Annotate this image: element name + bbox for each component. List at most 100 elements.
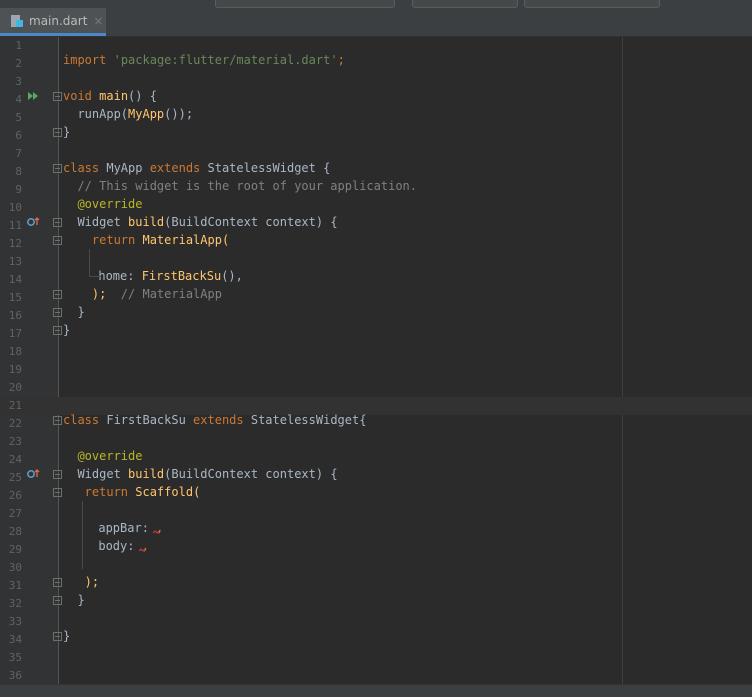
line-number: 19 [8, 363, 22, 376]
tab-main-dart[interactable]: main.dart × [0, 8, 106, 36]
line-number: 22 [8, 417, 22, 430]
code-line-28: appBar: , [55, 521, 164, 535]
code-line-29: body: , [55, 539, 149, 553]
line-number: 20 [8, 381, 22, 394]
line-number: 2 [15, 57, 22, 70]
line-number: 10 [8, 201, 22, 214]
line-number: 26 [8, 489, 22, 502]
code-line-22: class FirstBackSu extends StatelessWidge… [63, 413, 367, 427]
code-line-10: @override [63, 197, 143, 211]
line-number: 21 [8, 399, 22, 412]
code-line-31: ); [63, 575, 100, 589]
run-icon[interactable] [26, 89, 40, 103]
editor-line[interactable]: 35 [0, 649, 752, 667]
code-line-16: } [63, 305, 85, 319]
fold-collapse-icon[interactable] [53, 218, 62, 227]
line-number: 31 [8, 579, 22, 592]
line-number: 28 [8, 525, 22, 538]
line-number: 16 [8, 309, 22, 322]
line-number: 32 [8, 597, 22, 610]
line-number: 29 [8, 543, 22, 556]
code-line-4: void main() { [63, 89, 157, 103]
line-number: 33 [8, 615, 22, 628]
line-number: 8 [15, 165, 22, 178]
error-squiggle [153, 530, 159, 534]
code-line-6: } [63, 125, 71, 139]
line-number: 14 [8, 273, 22, 286]
editor-line[interactable]: 18 [0, 343, 752, 361]
code-line-14: home: FirstBackSu(), [55, 269, 243, 283]
editor-line[interactable]: 17 [0, 325, 752, 343]
code-line-17: } [63, 323, 71, 337]
code-editor[interactable]: 1 2 3 4 5 6 7 8 9 10 11 12 13 14 15 16 17 18 19 20 21 22 23 24 2… [0, 37, 752, 684]
editor-line[interactable]: 33 [0, 613, 752, 631]
fold-collapse-icon[interactable] [53, 416, 62, 425]
line-number: 15 [8, 291, 22, 304]
device-selector[interactable] [412, 0, 518, 8]
fold-collapse-icon[interactable] [53, 236, 62, 245]
target-selector[interactable] [524, 0, 660, 8]
line-number: 25 [8, 471, 22, 484]
toolbar-strip [0, 0, 752, 8]
fold-collapse-icon[interactable] [53, 470, 62, 479]
close-tab-icon[interactable]: × [93, 14, 103, 28]
editor-tab-bar: main.dart × [0, 8, 752, 37]
editor-line[interactable]: 20 [0, 379, 752, 397]
override-icon[interactable] [26, 215, 40, 229]
fold-end-icon[interactable] [53, 596, 62, 605]
tab-label: main.dart [29, 13, 88, 28]
editor-line[interactable]: 36 [0, 667, 752, 685]
code-line-5: runApp(MyApp()); [63, 107, 194, 121]
fold-end-icon[interactable] [53, 632, 62, 641]
editor-line[interactable]: 19 [0, 361, 752, 379]
run-config-selector[interactable] [215, 0, 395, 8]
fold-end-icon[interactable] [53, 128, 62, 137]
fold-collapse-icon[interactable] [53, 92, 62, 101]
indent-guide [82, 501, 83, 569]
code-line-12: return MaterialApp( [63, 233, 230, 247]
fold-collapse-icon[interactable] [53, 164, 62, 173]
line-number: 4 [15, 93, 22, 106]
line-number: 27 [8, 507, 22, 520]
error-squiggle [139, 548, 145, 552]
fold-collapse-icon[interactable] [53, 488, 62, 497]
fold-end-icon[interactable] [53, 326, 62, 335]
indent-guide [89, 249, 90, 276]
line-number: 12 [8, 237, 22, 250]
code-line-24: @override [63, 449, 143, 463]
line-number: 5 [15, 111, 22, 124]
line-number: 6 [15, 129, 22, 142]
editor-line[interactable]: 31 [0, 577, 752, 595]
indent-guide [89, 276, 101, 277]
line-number: 7 [15, 147, 22, 160]
line-number: 30 [8, 561, 22, 574]
line-number: 34 [8, 633, 22, 646]
line-number: 1 [15, 39, 22, 52]
fold-end-icon[interactable] [53, 578, 62, 587]
editor-line[interactable]: 32 [0, 595, 752, 613]
editor-line[interactable]: 34 [0, 631, 752, 649]
fold-end-icon[interactable] [53, 308, 62, 317]
code-line-26: return Scaffold( [63, 485, 201, 499]
code-line-34: } [63, 629, 71, 643]
code-line-15: ); // MaterialApp [63, 287, 222, 301]
line-number: 3 [15, 75, 22, 88]
line-number: 24 [8, 453, 22, 466]
fold-end-icon[interactable] [53, 290, 62, 299]
code-line-11: Widget build(BuildContext context) { [63, 215, 338, 229]
line-number: 18 [8, 345, 22, 358]
line-number: 13 [8, 255, 22, 268]
override-icon[interactable] [26, 467, 40, 481]
line-number: 11 [8, 219, 22, 232]
editor-line[interactable]: 16 [0, 307, 752, 325]
editor-line[interactable]: 30 [0, 559, 752, 577]
line-number: 17 [8, 327, 22, 340]
line-number: 23 [8, 435, 22, 448]
code-line-32: } [63, 593, 85, 607]
status-bar [0, 684, 752, 697]
line-number: 36 [8, 669, 22, 682]
line-number: 35 [8, 651, 22, 664]
editor-line[interactable]: 6 [0, 127, 752, 145]
dart-file-icon [10, 14, 24, 28]
line-number: 9 [15, 183, 22, 196]
